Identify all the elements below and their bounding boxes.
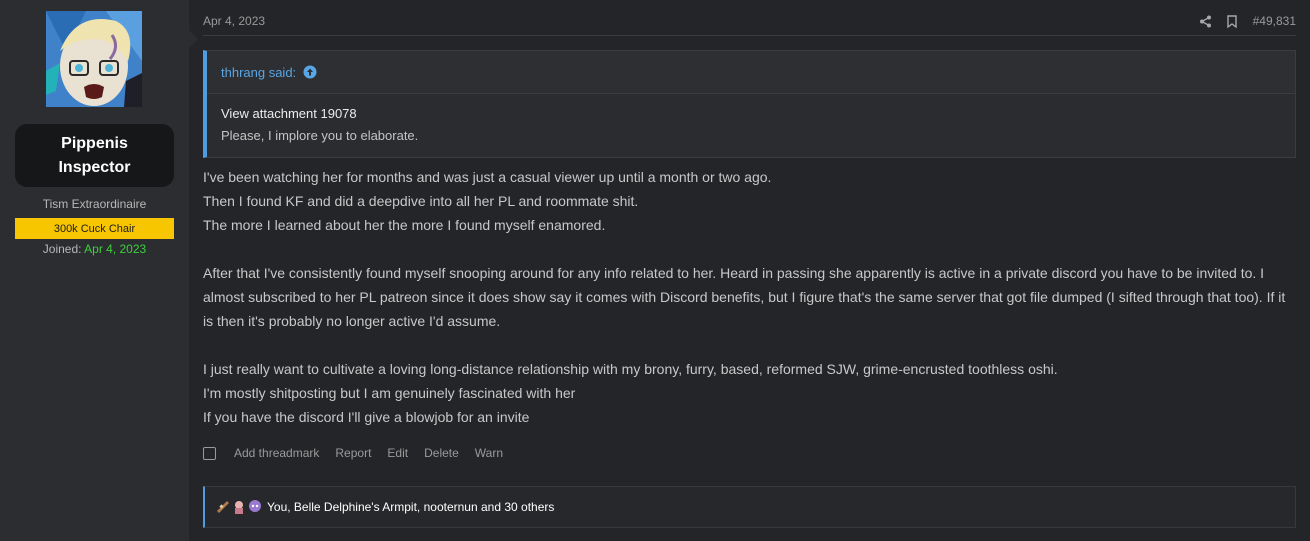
message-line: After that I've consistently found mysel…: [203, 265, 1286, 329]
message-line: If you have the discord I'll give a blow…: [203, 409, 530, 425]
post-header-actions: #49,831: [1193, 12, 1296, 30]
username-box[interactable]: Pippenis Inspector: [15, 124, 174, 187]
header-divider: [203, 35, 1296, 36]
share-icon[interactable]: [1193, 12, 1219, 30]
username[interactable]: Pippenis Inspector: [40, 132, 150, 180]
joined-info: Joined: Apr 4, 2023: [0, 242, 189, 256]
post-number[interactable]: #49,831: [1253, 14, 1296, 28]
reaction-icon: [231, 499, 247, 515]
post-message: I've been watching her for months and wa…: [203, 165, 1298, 429]
reaction-icon: [215, 499, 231, 515]
message-line: I'm mostly shitposting but I am genuinel…: [203, 385, 576, 401]
attachment-link[interactable]: View attachment 19078: [221, 105, 1281, 123]
message-line: The more I learned about her the more I …: [203, 217, 606, 233]
post-footer-actions: Add threadmark Report Edit Delete Warn: [203, 446, 519, 460]
add-threadmark-link[interactable]: Add threadmark: [234, 446, 319, 460]
quote-block: thhrang said: View attachment 19078 Plea…: [203, 50, 1296, 158]
quote-body: View attachment 19078 Please, I implore …: [207, 94, 1295, 156]
joined-label: Joined:: [42, 242, 82, 256]
message-line: I just really want to cultivate a loving…: [203, 361, 1058, 377]
quote-text: Please, I implore you to elaborate.: [221, 128, 419, 143]
reactions-text[interactable]: You, Belle Delphine's Armpit, nooternun …: [267, 500, 554, 514]
reaction-icon: [247, 499, 263, 515]
select-checkbox[interactable]: [203, 446, 216, 460]
bookmark-icon[interactable]: [1219, 12, 1245, 30]
joined-date: Apr 4, 2023: [84, 242, 147, 256]
user-title: Tism Extraordinaire: [42, 197, 147, 211]
delete-link[interactable]: Delete: [424, 446, 459, 460]
sidebar-arrow: [189, 30, 198, 48]
quote-attribution[interactable]: thhrang said:: [221, 65, 296, 80]
message-line: I've been watching her for months and wa…: [203, 169, 772, 185]
warn-link[interactable]: Warn: [475, 446, 503, 460]
reactions-bar[interactable]: You, Belle Delphine's Armpit, nooternun …: [203, 486, 1296, 528]
edit-link[interactable]: Edit: [387, 446, 408, 460]
quote-header: thhrang said:: [207, 51, 1295, 94]
avatar[interactable]: [46, 11, 142, 107]
post-date[interactable]: Apr 4, 2023: [203, 14, 265, 28]
message-line: Then I found KF and did a deepdive into …: [203, 193, 639, 209]
report-link[interactable]: Report: [335, 446, 371, 460]
user-banner: 300k Cuck Chair: [15, 218, 174, 239]
user-sidebar: Pippenis Inspector Tism Extraordinaire 3…: [0, 0, 189, 541]
arrow-up-circle-icon[interactable]: [303, 65, 317, 79]
reaction-icons: [215, 499, 263, 515]
